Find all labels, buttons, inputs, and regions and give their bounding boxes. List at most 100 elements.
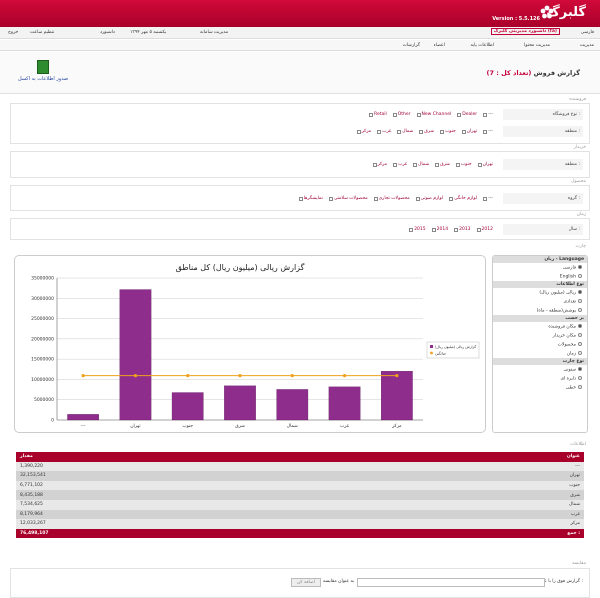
average-point: [238, 374, 242, 378]
store-type-label: نوع فروشگاه :: [503, 109, 583, 120]
average-point: [395, 374, 399, 378]
language-select[interactable]: فارسی: [581, 30, 594, 35]
store-type-option[interactable]: New Channel: [416, 112, 451, 117]
column-amount-header[interactable]: مقدار: [16, 452, 376, 462]
excel-icon: [37, 60, 49, 74]
compare-title-input[interactable]: [357, 578, 545, 587]
y-tick-label: 35000000: [31, 276, 54, 282]
region-option[interactable]: ---: [483, 129, 493, 134]
language-option-fa[interactable]: فارسی: [493, 263, 587, 272]
title-cell: غرب: [375, 509, 584, 520]
buyer-region-option[interactable]: مرکز: [372, 162, 387, 167]
buyer-region-option[interactable]: شرق: [435, 162, 450, 167]
menu-item-management[interactable]: مدیریت: [580, 43, 594, 48]
y-tick-label: 5000000: [34, 397, 54, 403]
amount-cell: 8,179,964: [16, 509, 376, 520]
table-header: مقدار عنوان: [16, 452, 584, 462]
year-label: سال :: [503, 224, 583, 235]
bar: [224, 385, 256, 421]
dashboard-link[interactable]: داشبورد: [100, 30, 115, 35]
basis-option[interactable]: مکان خریدار: [493, 331, 587, 340]
chart-type-option[interactable]: خطی: [493, 383, 587, 392]
menu-item-reports[interactable]: گزارشات: [403, 43, 420, 48]
logout-link[interactable]: خروج: [8, 30, 18, 35]
group-label: گروه :: [503, 193, 583, 204]
bar: [328, 386, 361, 421]
settings-link[interactable]: تنظیم ساعت: [30, 30, 54, 35]
legend-label: میانگین: [435, 351, 446, 356]
store-type-option[interactable]: Retail: [369, 112, 387, 117]
excel-export-label: صدور اطلاعات به اکسل: [17, 76, 69, 82]
average-point: [186, 374, 190, 378]
y-tick-label: 30000000: [31, 296, 54, 302]
region-option[interactable]: جنوب: [440, 129, 456, 134]
year-option[interactable]: 2014: [431, 227, 448, 232]
basis-option[interactable]: مکان فروشنده: [493, 322, 587, 331]
chart-type-option[interactable]: ستونی: [493, 365, 587, 374]
year-option[interactable]: 2015: [409, 227, 426, 232]
report-title: گزارش فروش: [533, 69, 580, 77]
basis-heading: بر حسب: [493, 315, 587, 322]
group-option[interactable]: محصولات سلامتی: [328, 196, 368, 201]
buyer-region-option[interactable]: غرب: [393, 162, 407, 167]
region-option[interactable]: تهران: [461, 129, 477, 134]
column-title-header[interactable]: عنوان: [375, 452, 584, 462]
menu-item-base-info[interactable]: اطلاعات پایه: [470, 43, 494, 48]
region-option[interactable]: شمال: [397, 129, 413, 134]
buyer-region-options: تهران جنوب شرق شمال غرب مرکز: [372, 162, 493, 167]
store-type-option[interactable]: ---: [483, 112, 493, 117]
system-management-link[interactable]: مدیریت سامانه: [200, 30, 228, 35]
user-dashboard-button[interactable]: داشبورد مدیریتی گلبرگ (fa): [490, 28, 560, 35]
group-option[interactable]: نمایشگرها: [298, 196, 323, 201]
info-type-option[interactable]: تعدادی: [493, 297, 587, 306]
region-option[interactable]: مرکز: [356, 129, 371, 134]
amount-cell: 12,033,267: [16, 519, 376, 529]
group-option[interactable]: لوازم صوتی: [415, 196, 443, 201]
region-label: منطقه :: [503, 126, 583, 137]
app-logo[interactable]: گلبرگ: [546, 5, 586, 20]
version-label: Version : 5.5.126: [492, 16, 540, 22]
year-option[interactable]: 2012: [476, 227, 493, 232]
average-point: [342, 374, 347, 378]
table-row: 32,153,541 تهران: [16, 471, 584, 481]
x-tick-label: ---: [81, 424, 86, 429]
y-tick-label: 0: [51, 418, 54, 424]
chart-panel: گزارش ریالی (میلیون ریال) کل مناطق 0 50000…: [14, 255, 486, 433]
amount-cell: 7,534,625: [16, 499, 376, 510]
chart-type-heading: نوع چارت: [493, 358, 587, 365]
info-type-heading: نوع اطلاعات: [493, 281, 587, 288]
chart-type-option[interactable]: دایره ای: [493, 374, 587, 383]
add-compare-button[interactable]: اضافه کن: [291, 578, 321, 587]
title-cell: شرق: [375, 490, 584, 500]
group-option[interactable]: لوازم خانگی: [449, 196, 477, 201]
menu-item-members[interactable]: اعضاء: [434, 43, 445, 48]
basis-option[interactable]: محصولات: [493, 340, 587, 349]
info-type-option[interactable]: پوشش(منطقه - ماه): [493, 306, 587, 315]
region-option[interactable]: غرب: [377, 129, 391, 134]
legend-swatch-average: [430, 351, 433, 355]
store-type-option[interactable]: Dealer: [457, 112, 477, 117]
buyer-region-option[interactable]: جنوب: [455, 162, 472, 167]
year-option[interactable]: 2013: [454, 227, 471, 232]
title-cell: ---: [375, 461, 584, 472]
region-option[interactable]: شرق: [419, 129, 434, 134]
title-cell: جنوب: [375, 480, 584, 491]
store-type-option[interactable]: Other: [392, 112, 411, 117]
record-count: (تعداد کل : 7): [486, 69, 532, 77]
y-tick-label: 25000000: [31, 316, 54, 322]
compare-section: گزارش فوق را با عنوان : به عنوان مقایسه …: [10, 568, 590, 598]
menu-item-content[interactable]: مدیریت محتوا: [524, 43, 550, 48]
buyer-region-option[interactable]: شمال: [413, 162, 429, 167]
page-title: گزارش فروش (تعداد کل : 7): [487, 69, 581, 77]
language-option-en[interactable]: English: [493, 272, 587, 281]
basis-option[interactable]: زمان: [493, 349, 587, 358]
excel-export-button[interactable]: صدور اطلاعات به اکسل: [8, 60, 78, 90]
group-option[interactable]: محصولات تجاری: [373, 196, 410, 201]
top-header: گلبرگ Version : 5.5.126: [0, 0, 600, 27]
buyer-region-option[interactable]: تهران: [477, 162, 493, 167]
info-type-option[interactable]: ریالی (میلیون ریال): [493, 288, 587, 297]
info-section-label: اطلاعات: [570, 442, 586, 447]
group-option[interactable]: ---: [483, 196, 493, 201]
table-row: 8,179,964 غرب: [16, 509, 584, 520]
y-tick-label: 10000000: [31, 377, 54, 383]
